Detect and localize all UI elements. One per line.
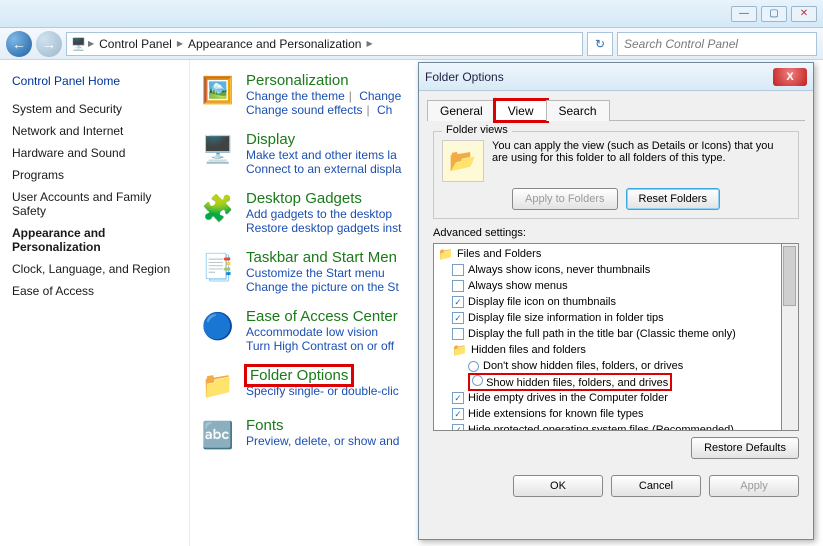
link-restore-gadgets[interactable]: Restore desktop gadgets inst	[246, 221, 401, 235]
search-input[interactable]: Search Control Panel	[617, 32, 817, 56]
radio[interactable]	[472, 375, 483, 386]
cancel-button[interactable]: Cancel	[611, 475, 701, 497]
sidebar-item-active[interactable]: Appearance and Personalization	[12, 222, 177, 258]
breadcrumb[interactable]: 🖥️ ▶ Control Panel ▶ Appearance and Pers…	[66, 32, 583, 56]
apply-button[interactable]: Apply	[709, 475, 799, 497]
refresh-button[interactable]: ↻	[587, 32, 613, 56]
tab-search[interactable]: Search	[546, 100, 610, 121]
link-change-picture[interactable]: Change the picture on the St	[246, 280, 399, 294]
checkbox[interactable]	[452, 264, 464, 276]
folder-icon: 📁	[438, 247, 453, 261]
link-custom-start[interactable]: Customize the Start menu	[246, 266, 385, 280]
dialog-titlebar[interactable]: Folder Options X	[419, 63, 813, 91]
tree-root: Files and Folders	[457, 248, 541, 260]
link-cut[interactable]: Ch	[377, 103, 392, 117]
tab-strip: General View Search	[427, 99, 805, 121]
window-titlebar: — ▢ ✕	[0, 0, 823, 28]
fonts-icon: 🔤	[200, 417, 236, 453]
link-add-gadgets[interactable]: Add gadgets to the desktop	[246, 207, 392, 221]
gadgets-icon: 🧩	[200, 190, 236, 226]
checkbox[interactable]: ✓	[452, 296, 464, 308]
radio[interactable]	[468, 361, 479, 372]
personalization-icon: 🖼️	[200, 72, 236, 108]
back-button[interactable]: ←	[6, 31, 32, 57]
opt-dont-show-hidden[interactable]: Don't show hidden files, folders, or dri…	[483, 360, 683, 372]
chevron-right-icon: ▶	[366, 39, 372, 48]
chevron-right-icon: ▶	[88, 39, 94, 48]
checkbox[interactable]: ✓	[452, 312, 464, 324]
sidebar-home-link[interactable]: Control Panel Home	[12, 74, 177, 88]
opt-hidden-group: Hidden files and folders	[471, 344, 586, 356]
opt-filesize-tips[interactable]: Display file size information in folder …	[468, 312, 664, 324]
link-change-sound[interactable]: Change sound effects	[246, 103, 363, 117]
sidebar-item[interactable]: Clock, Language, and Region	[12, 258, 177, 280]
folder-options-dialog: Folder Options X General View Search Fol…	[418, 62, 814, 540]
tab-view[interactable]: View	[495, 100, 547, 121]
cat-folder-options[interactable]: Folder Options	[246, 366, 352, 385]
chevron-right-icon: ▶	[177, 39, 183, 48]
link-external-display[interactable]: Connect to an external displa	[246, 162, 401, 176]
ok-button[interactable]: OK	[513, 475, 603, 497]
apply-to-folders-button[interactable]: Apply to Folders	[512, 188, 617, 210]
sidebar-item[interactable]: Hardware and Sound	[12, 142, 177, 164]
sidebar-item[interactable]: Network and Internet	[12, 120, 177, 142]
ease-icon: 🔵	[200, 308, 236, 344]
forward-button[interactable]: →	[36, 31, 62, 57]
restore-defaults-button[interactable]: Restore Defaults	[691, 437, 799, 459]
group-label: Folder views	[442, 124, 512, 136]
folder-icon: 📁	[452, 343, 467, 357]
crumb-control-panel[interactable]: Control Panel	[96, 37, 175, 51]
tab-general[interactable]: General	[427, 100, 496, 121]
dialog-close-button[interactable]: X	[773, 68, 807, 86]
folder-icon: 📁	[200, 367, 236, 403]
checkbox[interactable]: ✓	[452, 408, 464, 420]
link-fonts-preview[interactable]: Preview, delete, or show and	[246, 434, 399, 448]
checkbox[interactable]: ✓	[452, 392, 464, 404]
taskbar-icon: 📑	[200, 249, 236, 285]
crumb-appearance[interactable]: Appearance and Personalization	[185, 37, 364, 51]
folder-views-group: Folder views 📂 You can apply the view (s…	[433, 131, 799, 219]
display-icon: 🖥️	[200, 131, 236, 167]
folder-views-icon: 📂	[442, 140, 484, 182]
opt-hide-empty-drives[interactable]: Hide empty drives in the Computer folder	[468, 392, 668, 404]
nav-toolbar: ← → 🖥️ ▶ Control Panel ▶ Appearance and …	[0, 28, 823, 60]
advanced-label: Advanced settings:	[433, 227, 799, 239]
link-text-size[interactable]: Make text and other items la	[246, 148, 397, 162]
sidebar-item[interactable]: System and Security	[12, 98, 177, 120]
close-button[interactable]: ✕	[791, 6, 817, 22]
sidebar-item[interactable]: Programs	[12, 164, 177, 186]
scroll-thumb[interactable]	[783, 246, 796, 306]
opt-hide-ext[interactable]: Hide extensions for known file types	[468, 408, 643, 420]
link-cut[interactable]: Change	[359, 89, 401, 103]
sidebar: Control Panel Home System and Security N…	[0, 60, 190, 546]
computer-icon: 🖥️	[71, 37, 86, 51]
opt-always-menus[interactable]: Always show menus	[468, 280, 568, 292]
minimize-button[interactable]: —	[731, 6, 757, 22]
link-low-vision[interactable]: Accommodate low vision	[246, 325, 378, 339]
opt-hide-protected[interactable]: Hide protected operating system files (R…	[468, 424, 734, 431]
link-change-theme[interactable]: Change the theme	[246, 89, 345, 103]
link-high-contrast[interactable]: Turn High Contrast on or off	[246, 339, 394, 353]
opt-always-icons[interactable]: Always show icons, never thumbnails	[468, 264, 650, 276]
highlight-annotation: Show hidden files, folders, and drives	[468, 373, 672, 391]
opt-full-path[interactable]: Display the full path in the title bar (…	[468, 328, 736, 340]
search-placeholder: Search Control Panel	[624, 37, 738, 51]
checkbox[interactable]	[452, 280, 464, 292]
sidebar-item[interactable]: Ease of Access	[12, 280, 177, 302]
sidebar-item[interactable]: User Accounts and Family Safety	[12, 186, 177, 222]
advanced-tree[interactable]: 📁 Files and Folders Always show icons, ne…	[433, 243, 782, 431]
opt-show-hidden[interactable]: Show hidden files, folders, and drives	[486, 377, 668, 389]
dialog-title: Folder Options	[425, 70, 504, 84]
checkbox[interactable]	[452, 328, 464, 340]
reset-folders-button[interactable]: Reset Folders	[626, 188, 720, 210]
link-single-double-click[interactable]: Specify single- or double-clic	[246, 384, 399, 398]
opt-icon-thumb[interactable]: Display file icon on thumbnails	[468, 296, 616, 308]
scrollbar[interactable]	[782, 243, 799, 431]
checkbox[interactable]: ✓	[452, 424, 464, 431]
maximize-button[interactable]: ▢	[761, 6, 787, 22]
folder-views-text: You can apply the view (such as Details …	[492, 140, 790, 182]
